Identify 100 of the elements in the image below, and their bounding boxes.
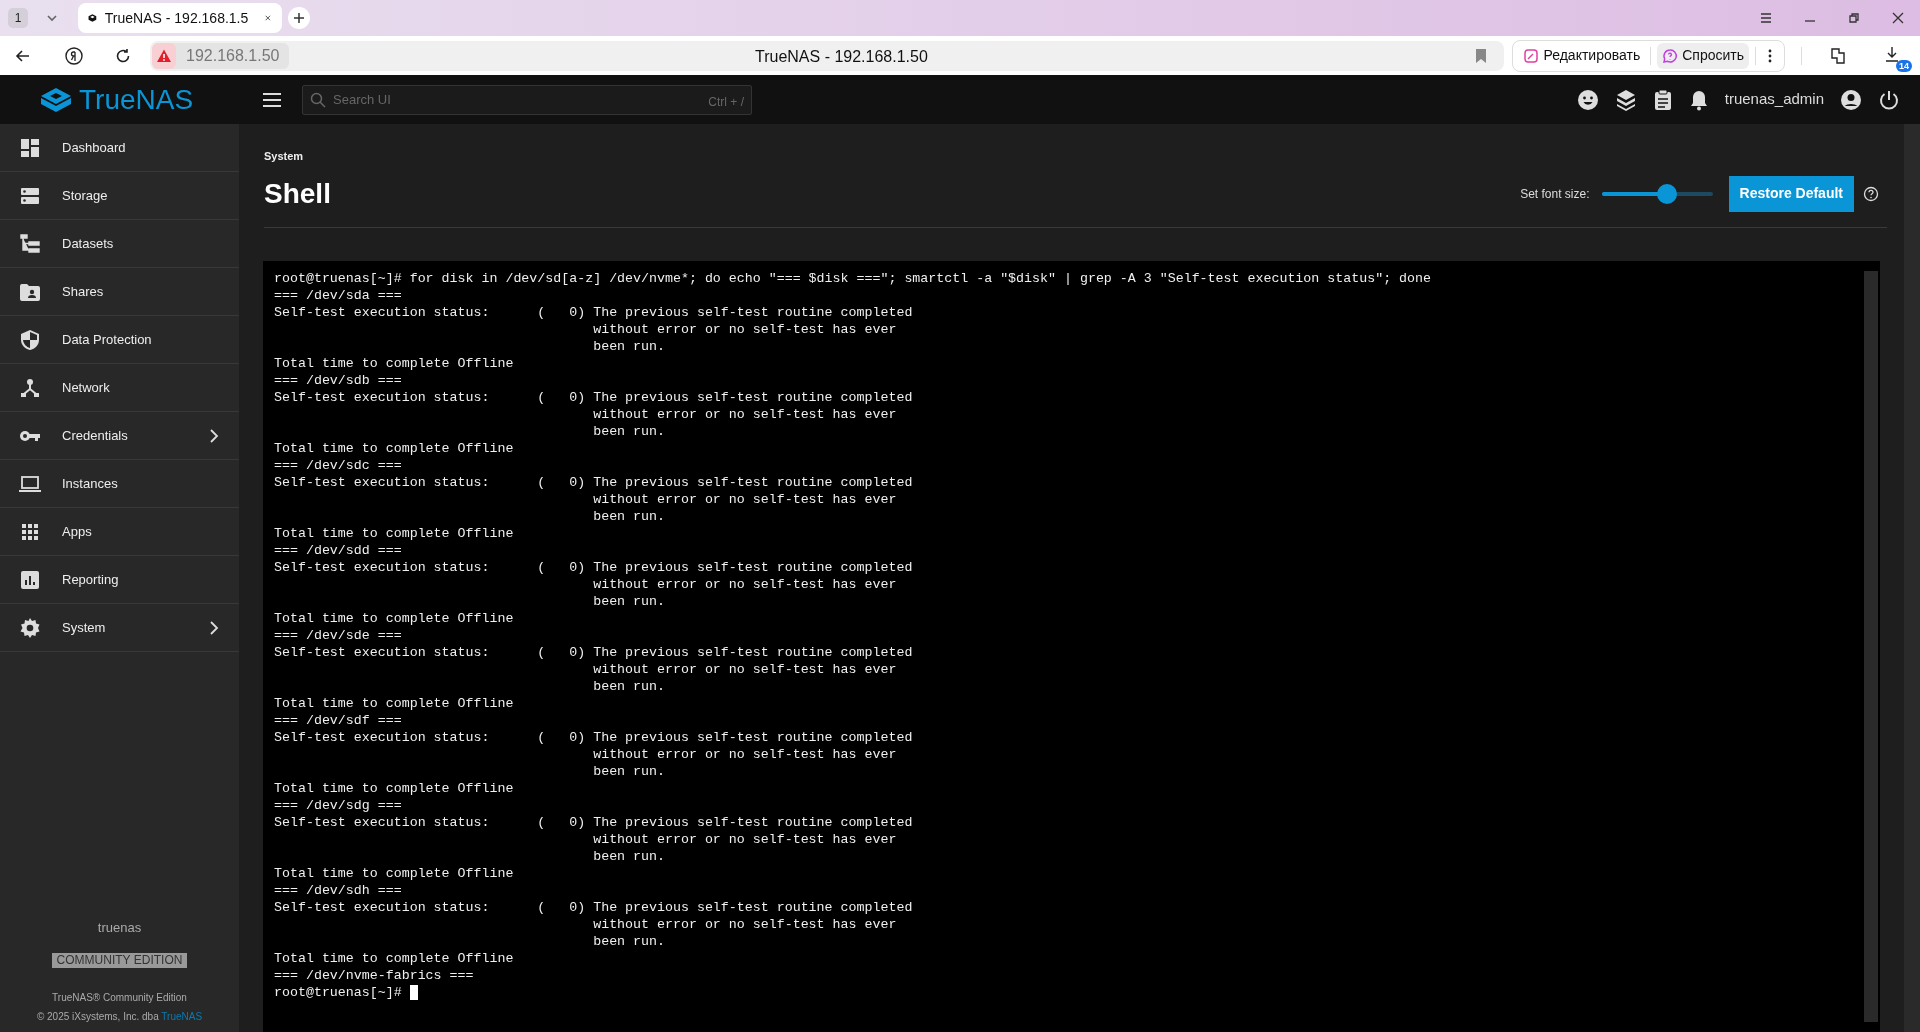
sidebar-item[interactable]: Reporting: [0, 556, 239, 604]
plus-icon: [292, 11, 306, 25]
menu-icon[interactable]: [262, 91, 282, 108]
security-warning-button[interactable]: [152, 42, 176, 69]
power-icon[interactable]: [1878, 88, 1900, 111]
terminal-line: been run.: [592, 337, 666, 355]
terminal-line: been run.: [592, 422, 666, 440]
terminal-line: Total time to complete Offline: [274, 524, 515, 542]
terminal-line: === /dev/sde ===: [274, 626, 403, 644]
sidebar-item[interactable]: Shares: [0, 268, 239, 316]
username: truenas_admin: [1724, 89, 1824, 110]
network-icon: [19, 376, 41, 399]
chat-sparkle-icon: [1662, 47, 1679, 64]
page-title: TrueNAS - 192.168.1.50: [755, 47, 928, 67]
stacked-cube-icon[interactable]: [1614, 88, 1637, 111]
sidebar-item[interactable]: Apps: [0, 508, 239, 556]
restore-icon[interactable]: [1846, 10, 1862, 26]
sidebar-item[interactable]: Datasets: [0, 220, 239, 268]
tab-title: TrueNAS - 192.168.1.5: [104, 8, 249, 28]
terminal-line: Self-test execution status: ( 0) The previous self-test routine completed: [274, 558, 914, 576]
dashboard-icon: [19, 136, 41, 159]
logo-text: TrueNAS: [79, 85, 194, 114]
terminal-line: Self-test execution status: ( 0) The previous self-test routine completed: [274, 643, 914, 661]
page-title: Shell: [264, 176, 332, 211]
clipboard-icon[interactable]: [1652, 88, 1673, 111]
terminal-line: Total time to complete Offline: [274, 694, 515, 712]
bell-icon[interactable]: [1688, 88, 1709, 111]
terminal-line: Total time to complete Offline: [274, 354, 515, 372]
terminal-line: === /dev/sdb ===: [274, 371, 403, 389]
chevron-right-icon: [209, 620, 219, 635]
sidebar-item[interactable]: System: [0, 604, 239, 652]
terminal-line: === /dev/sda ===: [274, 286, 403, 304]
terminal-line: Total time to complete Offline: [274, 949, 515, 967]
terminal-line: Total time to complete Offline: [274, 864, 515, 882]
terminal-line: Self-test execution status: ( 0) The previous self-test routine completed: [274, 303, 914, 321]
help-icon[interactable]: [1863, 185, 1879, 202]
terminal-line: === /dev/sdd ===: [274, 541, 403, 559]
sidebar-item[interactable]: Network: [0, 364, 239, 412]
close-window-icon[interactable]: [1890, 10, 1906, 26]
settings-icon: [19, 616, 41, 639]
terminal-line: without error or no self-test has ever: [592, 405, 898, 423]
terminal-line: without error or no self-test has ever: [592, 320, 898, 338]
terminal-line: === /dev/nvme-fabrics ===: [274, 966, 475, 984]
terminal-line: Total time to complete Offline: [274, 779, 515, 797]
terminal-line: root@truenas[~]# for disk in /dev/sd[a-z] /dev/nvme*; do echo "=== $disk ==="; smartctl -a "$disk" | grep -A 3 "Self-test execution status"; done: [274, 269, 1433, 287]
font-size-slider[interactable]: [1601, 183, 1713, 204]
slider-thumb[interactable]: [1657, 183, 1677, 204]
chevron-right-icon: [209, 428, 219, 443]
terminal-line: Self-test execution status: ( 0) The previous self-test routine completed: [274, 898, 914, 916]
terminal-line: === /dev/sdg ===: [274, 796, 403, 814]
terminal-line: been run.: [592, 847, 666, 865]
hostname: truenas: [97, 918, 142, 937]
sidebar-item[interactable]: Data Protection: [0, 316, 239, 364]
sidebar-item[interactable]: Storage: [0, 172, 239, 220]
terminal-line: been run.: [592, 507, 666, 525]
terminal-line: been run.: [592, 592, 666, 610]
account-circle-icon[interactable]: [1840, 88, 1862, 111]
font-size-label: Set font size:: [1520, 185, 1590, 203]
smiley-icon[interactable]: [1576, 88, 1599, 111]
search-icon: [310, 91, 326, 108]
browser-tab[interactable]: TrueNAS - 192.168.1.5: [78, 3, 282, 33]
terminal-prompt: root@truenas[~]#: [274, 983, 402, 1001]
terminal-line: without error or no self-test has ever: [592, 745, 898, 763]
shield-icon: [19, 328, 41, 351]
terminal-line: without error or no self-test has ever: [592, 575, 898, 593]
ask-button[interactable]: Спросить: [1657, 42, 1749, 69]
terminal-line: been run.: [592, 677, 666, 695]
terminal-line: been run.: [592, 762, 666, 780]
browser-logo-icon[interactable]: [64, 45, 84, 66]
tab-counter[interactable]: 1: [8, 8, 28, 28]
shortcut-hint: Ctrl + /: [708, 93, 744, 111]
sidebar-item[interactable]: Credentials: [0, 412, 239, 460]
copyright-text: © 2025 iXsystems, Inc. dba TrueNAS: [36, 1010, 203, 1024]
breadcrumb[interactable]: System: [264, 148, 1887, 165]
tree-icon: [19, 232, 41, 255]
terminal-line: without error or no self-test has ever: [592, 660, 898, 678]
terminal-line: === /dev/sdh ===: [274, 881, 403, 899]
terminal-line: Self-test execution status: ( 0) The previous self-test routine completed: [274, 813, 914, 831]
sidebar-item[interactable]: Instances: [0, 460, 239, 508]
terminal-line: === /dev/sdf ===: [274, 711, 403, 729]
truenas-logo-icon: [39, 86, 73, 113]
collections-icon[interactable]: [1828, 45, 1848, 66]
edit-button[interactable]: Редактировать: [1519, 42, 1645, 69]
new-tab-button[interactable]: [288, 7, 310, 29]
terminal-line: === /dev/sdc ===: [274, 456, 403, 474]
terminal-line: Self-test execution status: ( 0) The previous self-test routine completed: [274, 473, 914, 491]
scrollbar[interactable]: [1864, 270, 1878, 1022]
edition-badge: COMMUNITY EDITION: [51, 953, 188, 968]
edit-sparkle-icon: [1523, 47, 1540, 64]
bar-chart-icon: [19, 568, 41, 591]
bookmark-icon[interactable]: [1474, 47, 1489, 64]
page-scrollbar[interactable]: [1904, 124, 1920, 1032]
terminal-line: without error or no self-test has ever: [592, 490, 898, 508]
cursor: [409, 984, 418, 1000]
product-name: TrueNAS® Community Edition: [52, 991, 187, 1005]
reload-icon[interactable]: [114, 46, 132, 65]
sidebar-item[interactable]: Dashboard: [0, 124, 239, 172]
terminal-line: Self-test execution status: ( 0) The previous self-test routine completed: [274, 728, 914, 746]
terminal-line: without error or no self-test has ever: [592, 830, 898, 848]
terminal-line: Self-test execution status: ( 0) The previous self-test routine completed: [274, 388, 914, 406]
